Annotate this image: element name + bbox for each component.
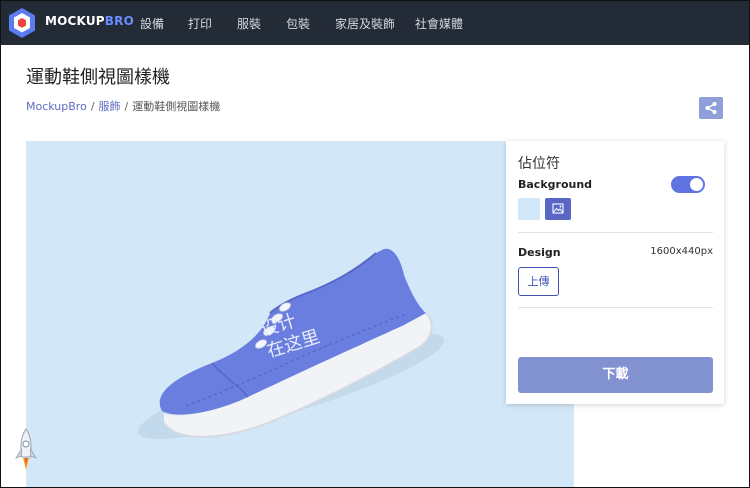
breadcrumb-separator: / — [90, 100, 95, 113]
breadcrumb: MockupBro / 服飾 / 運動鞋側視圖樣機 — [26, 98, 220, 114]
breadcrumb-current: 運動鞋側視圖樣機 — [132, 100, 221, 113]
divider — [518, 307, 713, 308]
image-icon — [552, 203, 564, 214]
nav-item-social-media[interactable]: 社會媒體 — [415, 15, 463, 32]
background-color-swatch[interactable] — [518, 198, 540, 220]
top-navbar: MOCKUPBRO 設備 打印 服裝 包裝 家居及裝飾 社會媒體 — [1, 1, 749, 45]
brand-name-part2: BRO — [104, 14, 134, 28]
nav-item-home-decor[interactable]: 家居及裝飾 — [335, 15, 395, 32]
toggle-knob — [690, 178, 703, 191]
brand-name[interactable]: MOCKUPBRO — [45, 14, 134, 28]
background-image-button[interactable] — [545, 198, 571, 220]
breadcrumb-category[interactable]: 服飾 — [99, 100, 121, 113]
page-title: 運動鞋側視圖樣機 — [26, 67, 170, 88]
design-size: 1600x440px — [650, 246, 713, 257]
nav-item-packaging[interactable]: 包裝 — [286, 15, 310, 32]
breadcrumb-home[interactable]: MockupBro — [26, 100, 87, 113]
design-label: Design — [518, 246, 561, 259]
mockup-canvas[interactable]: 设计 在这里 — [26, 141, 574, 487]
divider — [518, 232, 713, 233]
placeholder-panel: 佔位符 Background Design 1600x440px 上傳 下載 — [506, 141, 724, 404]
share-button[interactable] — [699, 97, 723, 119]
download-button[interactable]: 下載 — [518, 357, 713, 393]
app-frame: MOCKUPBRO 設備 打印 服裝 包裝 家居及裝飾 社會媒體 運動鞋側視圖樣… — [0, 0, 750, 488]
rocket-icon[interactable] — [13, 427, 39, 473]
upload-button[interactable]: 上傳 — [518, 267, 559, 296]
mockupbro-logo-icon[interactable] — [7, 7, 37, 39]
breadcrumb-separator: / — [124, 100, 129, 113]
nav-item-apparel[interactable]: 服裝 — [237, 15, 261, 32]
background-toggle[interactable] — [671, 176, 705, 193]
nav-item-equipment[interactable]: 設備 — [140, 15, 164, 32]
share-icon — [705, 101, 717, 115]
panel-title: 佔位符 — [518, 156, 560, 172]
background-label: Background — [518, 178, 593, 191]
brand-name-part1: MOCKUP — [45, 14, 105, 28]
nav-item-print[interactable]: 打印 — [188, 15, 212, 32]
